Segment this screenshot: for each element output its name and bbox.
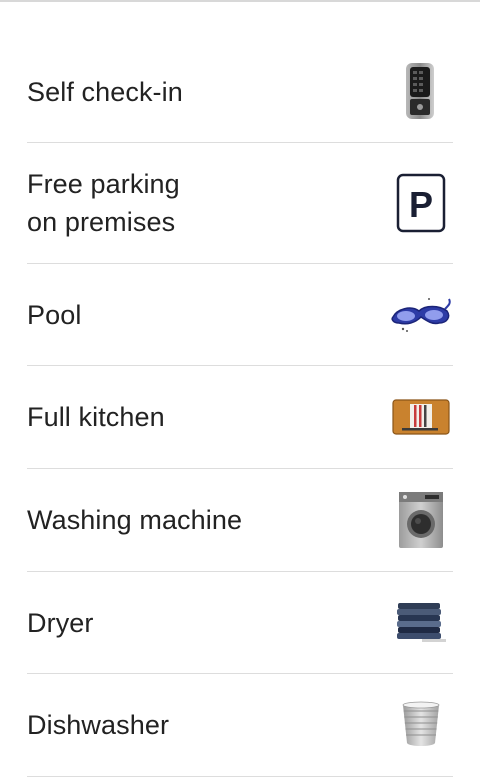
cutting-board-icon	[389, 385, 453, 449]
amenity-label: Free parking on premises	[27, 169, 180, 237]
amenity-label: Dishwasher	[27, 710, 170, 740]
amenity-label: Full kitchen	[27, 402, 165, 432]
amenity-dryer: Dryer	[27, 572, 453, 674]
washing-machine-icon	[389, 488, 453, 552]
amenity-label: Self check-in	[27, 77, 183, 107]
stacked-bowls-icon	[389, 693, 453, 757]
amenity-free-parking: Free parking on premises P	[27, 143, 453, 264]
smart-lock-icon	[389, 60, 453, 124]
amenity-label: Washing machine	[27, 505, 243, 535]
amenity-pool: Pool	[27, 264, 453, 366]
parking-sign-icon: P	[389, 171, 453, 235]
amenity-full-kitchen: Full kitchen	[27, 366, 453, 469]
amenity-washing-machine: Washing machine	[27, 469, 453, 572]
top-divider	[0, 0, 480, 2]
folded-towels-icon	[389, 591, 453, 655]
amenity-label: Pool	[27, 299, 82, 330]
amenity-dishwasher: Dishwasher	[27, 674, 453, 777]
swim-goggles-icon	[389, 283, 453, 347]
amenity-self-check-in: Self check-in	[27, 42, 453, 143]
amenity-label: Dryer	[27, 607, 94, 638]
parking-letter: P	[409, 184, 433, 225]
